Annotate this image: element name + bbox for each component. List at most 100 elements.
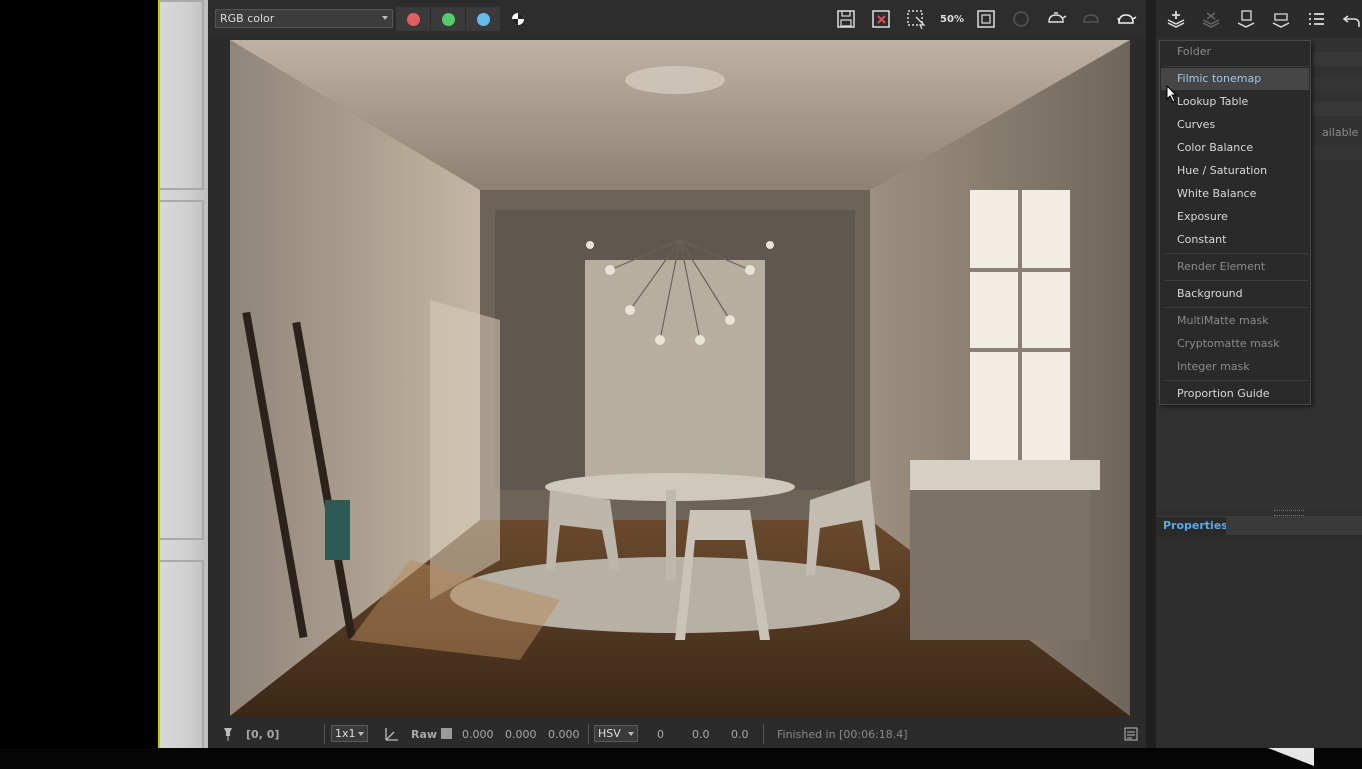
3d-viewport-fragment <box>158 0 208 766</box>
menu-item-multimatte-mask[interactable]: MultiMatte mask <box>1161 310 1309 332</box>
menu-item-constant[interactable]: Constant <box>1161 229 1309 251</box>
render-button-disabled[interactable] <box>1010 8 1032 30</box>
load-layers-button[interactable] <box>1270 8 1292 30</box>
save-button[interactable] <box>835 8 857 30</box>
divider <box>588 724 589 744</box>
properties-tab-bar <box>1226 517 1362 535</box>
render-image[interactable] <box>230 40 1130 716</box>
teapot-icon <box>1117 14 1137 24</box>
red-dot-icon <box>406 12 420 26</box>
zoom-50-icon: 50% <box>940 13 964 25</box>
chevron-down-icon <box>382 16 388 20</box>
sample-size-select[interactable]: 1x1 <box>331 725 368 742</box>
pixel-coordinates: [0, 0] <box>246 728 280 741</box>
menu-item-white-balance[interactable]: White Balance <box>1161 183 1309 205</box>
add-layer-icon <box>1167 11 1185 28</box>
zoom-50-button[interactable]: 50% <box>940 8 964 30</box>
layer-list-button[interactable] <box>1305 8 1327 30</box>
track-mouse-icon <box>977 10 995 28</box>
menu-item-filmic-tonemap[interactable]: Filmic tonemap <box>1161 68 1309 90</box>
add-layer-menu: Folder Filmic tonemap Lookup Table Curve… <box>1159 40 1311 405</box>
teapot-button[interactable] <box>1115 8 1137 30</box>
blue-dot-icon <box>476 12 490 26</box>
save-icon <box>837 10 855 28</box>
teapot-render-button[interactable] <box>1045 8 1067 30</box>
taskbar-corner <box>1268 748 1314 766</box>
history-toggle-icon[interactable] <box>1124 727 1138 744</box>
menu-item-proportion-guide[interactable]: Proportion Guide <box>1161 383 1309 405</box>
menu-item-hue-saturation[interactable]: Hue / Saturation <box>1161 160 1309 182</box>
layer-row[interactable] <box>1312 52 1362 66</box>
channel-select-value: RGB color <box>220 12 275 25</box>
save-layers-icon <box>1237 10 1255 28</box>
green-channel-button[interactable] <box>431 7 465 31</box>
layer-list-icon <box>1309 13 1324 25</box>
menu-item-integer-mask[interactable]: Integer mask <box>1161 356 1309 378</box>
menu-separator <box>1164 380 1308 381</box>
status-bar: [0, 0] 1x1 Raw 0.000 0.000 0.000 HSV 0 0… <box>208 720 1146 748</box>
raw-r-value: 0.000 <box>462 728 494 741</box>
clear-image-icon <box>872 10 890 28</box>
menu-separator <box>1164 66 1308 67</box>
raw-label: Raw <box>411 728 438 741</box>
chevron-down-icon <box>358 732 364 736</box>
menu-separator <box>1164 253 1308 254</box>
render-status-text: Finished in [00:06:18.4] <box>777 728 908 741</box>
mouse-cursor-icon <box>1166 84 1178 106</box>
value-value: 0.0 <box>731 728 749 741</box>
menu-item-render-element[interactable]: Render Element <box>1161 256 1309 278</box>
wall-panel-molding <box>158 200 204 540</box>
saturation-value: 0.0 <box>692 728 710 741</box>
color-mode-value: HSV <box>598 727 621 740</box>
layer-row[interactable] <box>1312 146 1362 160</box>
red-channel-button[interactable] <box>396 7 430 31</box>
menu-item-color-balance[interactable]: Color Balance <box>1161 137 1309 159</box>
menu-item-cryptomatte-mask[interactable]: Cryptomatte mask <box>1161 333 1309 355</box>
undo-icon <box>1342 15 1360 27</box>
pin-icon[interactable] <box>220 726 236 745</box>
green-dot-icon <box>441 12 455 26</box>
layer-row[interactable] <box>1312 102 1362 116</box>
add-layer-button[interactable] <box>1165 8 1187 30</box>
region-render-icon <box>907 10 926 30</box>
wall-panel-molding <box>158 0 204 190</box>
clear-image-button[interactable] <box>870 8 892 30</box>
panel-splitter[interactable] <box>1146 0 1156 748</box>
menu-item-folder[interactable]: Folder <box>1161 41 1309 63</box>
divider <box>324 724 325 744</box>
properties-tab[interactable]: Properties <box>1163 519 1228 532</box>
teapot-interactive-button-disabled[interactable] <box>1080 8 1102 30</box>
menu-separator <box>1164 307 1308 308</box>
region-render-button[interactable] <box>905 8 927 30</box>
alpha-icon <box>512 13 524 25</box>
desktop-background <box>0 0 158 766</box>
viewport-border <box>158 0 160 766</box>
color-picker-icon[interactable] <box>384 726 400 745</box>
raw-color-swatch <box>441 728 452 739</box>
properties-body <box>1156 537 1362 748</box>
menu-item-curves[interactable]: Curves <box>1161 114 1309 136</box>
menu-item-background[interactable]: Background <box>1161 283 1309 305</box>
channel-select[interactable]: RGB color <box>215 9 393 28</box>
teapot-render-icon <box>1048 12 1067 23</box>
rendered-dining-room-image <box>230 40 1130 716</box>
color-mode-select[interactable]: HSV <box>594 725 638 742</box>
alpha-channel-button[interactable] <box>507 8 529 30</box>
menu-item-exposure[interactable]: Exposure <box>1161 206 1309 228</box>
blue-channel-button[interactable] <box>466 7 500 31</box>
screen-bottom-edge <box>0 748 1362 766</box>
render-icon-disabled <box>1013 11 1029 27</box>
chevron-down-icon <box>628 732 634 736</box>
remove-layer-button[interactable] <box>1200 8 1222 30</box>
hue-value: 0 <box>657 728 664 741</box>
raw-b-value: 0.000 <box>548 728 580 741</box>
track-mouse-button[interactable] <box>975 8 997 30</box>
save-layers-button[interactable] <box>1235 8 1257 30</box>
menu-item-lookup-table[interactable]: Lookup Table <box>1161 91 1309 113</box>
undo-button[interactable] <box>1340 8 1362 30</box>
remove-layer-icon <box>1202 12 1220 28</box>
layer-row[interactable] <box>1312 78 1362 92</box>
wall-panel-molding <box>158 560 204 750</box>
layer-status-text: ailable <box>1322 126 1359 139</box>
teapot-interactive-icon-disabled <box>1083 14 1099 23</box>
